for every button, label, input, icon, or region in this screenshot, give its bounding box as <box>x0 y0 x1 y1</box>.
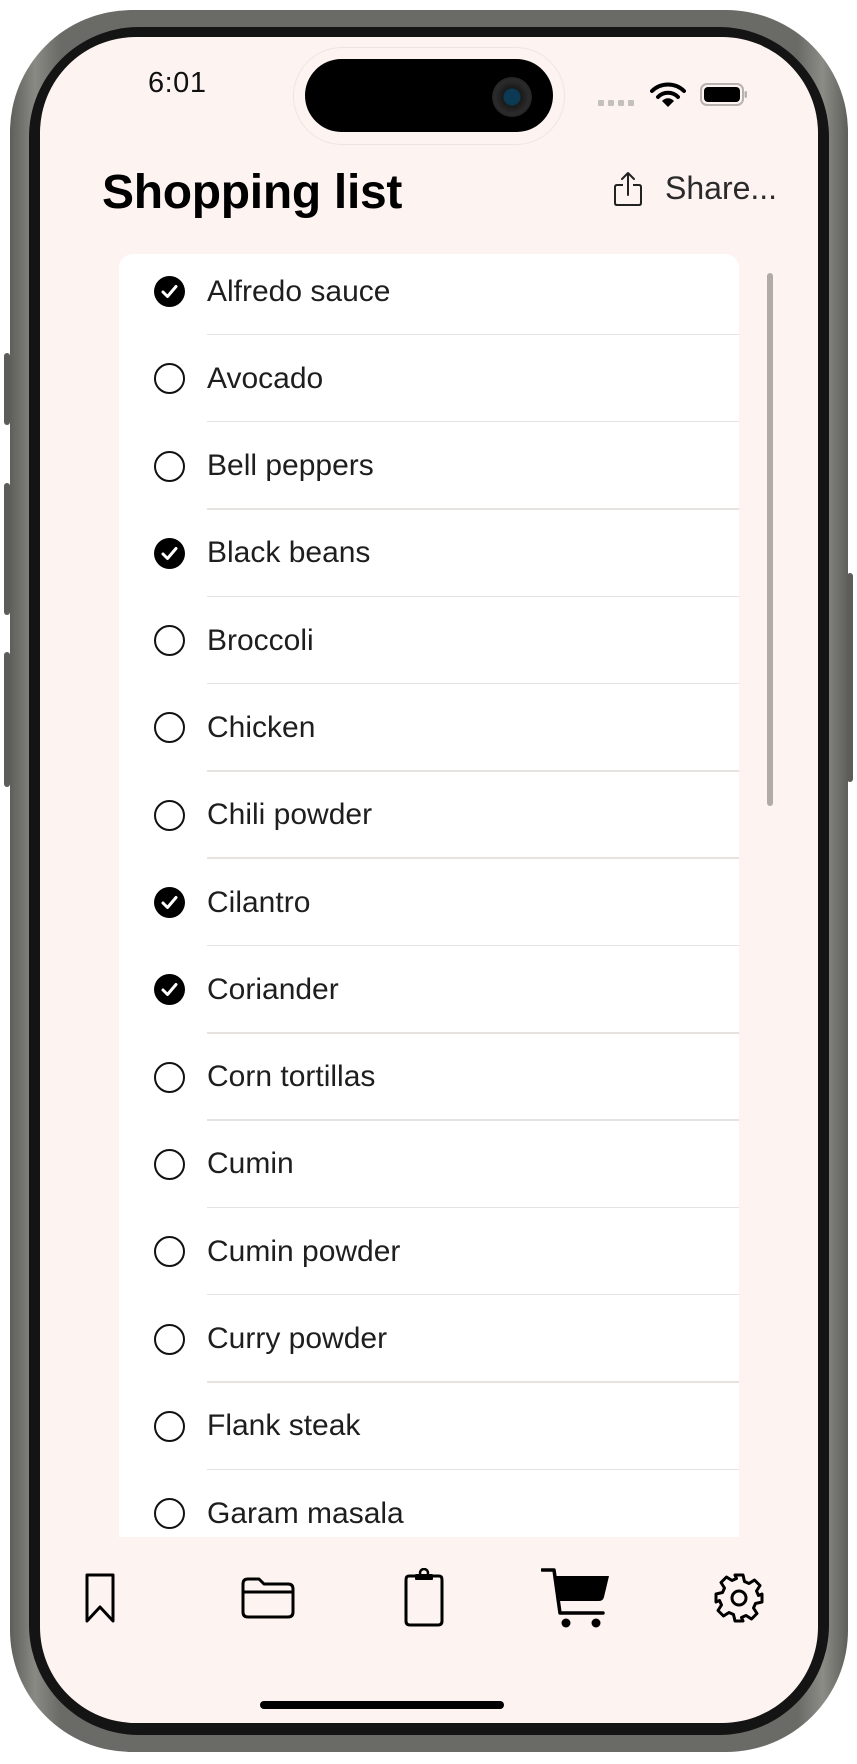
list-item[interactable]: Cumin <box>119 1121 739 1209</box>
shopping-list: Alfredo sauce Avocado Bell peppers Black be… <box>119 254 739 1537</box>
volume-down-button <box>4 652 10 787</box>
list-item[interactable]: Flank steak <box>119 1383 739 1471</box>
circle-empty-icon[interactable] <box>153 450 186 483</box>
scrollbar[interactable] <box>767 273 773 806</box>
circle-empty-icon[interactable] <box>153 1497 186 1530</box>
tab-folders[interactable] <box>238 1563 298 1633</box>
list-item[interactable]: Black beans <box>119 510 739 598</box>
circle-empty-icon[interactable] <box>153 1061 186 1094</box>
circle-empty-icon[interactable] <box>153 711 186 744</box>
list-item[interactable]: Cilantro <box>119 859 739 947</box>
list-item-label: Cilantro <box>207 885 311 919</box>
list-item-label: Garam masala <box>207 1496 404 1530</box>
list-item[interactable]: Coriander <box>119 946 739 1034</box>
list-item[interactable]: Avocado <box>119 335 739 423</box>
tab-settings[interactable] <box>712 1563 766 1633</box>
checkmark-circle-filled-icon[interactable] <box>153 886 186 919</box>
list-item-label: Chili powder <box>207 798 373 832</box>
list-item-label: Bell peppers <box>207 449 374 483</box>
list-item[interactable]: Corn tortillas <box>119 1034 739 1121</box>
list-item-label: Alfredo sauce <box>207 274 391 308</box>
checkmark-circle-filled-icon[interactable] <box>153 275 186 308</box>
battery-icon <box>700 83 747 106</box>
folder-icon <box>241 1577 295 1619</box>
page-title: Shopping list <box>102 166 403 219</box>
list-item[interactable]: Bell peppers <box>119 422 739 510</box>
list-item-label: Chicken <box>207 710 316 744</box>
gear-icon <box>714 1573 764 1623</box>
list-item[interactable]: Chicken <box>119 684 739 772</box>
share-icon <box>614 171 642 206</box>
list-item-label: Cumin <box>207 1147 294 1181</box>
circle-empty-icon[interactable] <box>153 1323 186 1356</box>
list-item[interactable]: Alfredo sauce <box>119 254 739 336</box>
status-time: 6:01 <box>148 67 207 99</box>
tab-bookmarks[interactable] <box>80 1563 120 1633</box>
list-item[interactable]: Curry powder <box>119 1295 739 1383</box>
wifi-icon <box>650 82 686 107</box>
checkmark-circle-filled-icon[interactable] <box>153 537 186 570</box>
list-item-label: Coriander <box>207 972 339 1006</box>
list-item[interactable]: Broccoli <box>119 597 739 685</box>
list-item-label: Avocado <box>207 361 324 395</box>
list-item[interactable]: Chili powder <box>119 772 739 859</box>
cart-icon <box>541 1568 609 1628</box>
list-item-label: Broccoli <box>207 623 314 657</box>
home-indicator[interactable] <box>260 1701 504 1709</box>
list-item-label: Curry powder <box>207 1322 388 1356</box>
list-item[interactable]: Cumin powder <box>119 1208 739 1296</box>
circle-empty-icon[interactable] <box>153 362 186 395</box>
list-item[interactable]: Garam masala <box>119 1470 739 1537</box>
circle-empty-icon[interactable] <box>153 1410 186 1443</box>
circle-empty-icon[interactable] <box>153 1235 186 1268</box>
share-label: Share... <box>665 170 778 206</box>
circle-empty-icon[interactable] <box>153 799 186 832</box>
list-item-label: Black beans <box>207 536 371 570</box>
action-button <box>4 353 10 425</box>
power-button <box>847 573 853 782</box>
camera-icon <box>492 77 532 117</box>
share-button[interactable]: Share... <box>613 170 777 207</box>
tab-clipboard[interactable] <box>402 1563 446 1633</box>
tab-shopping-cart[interactable] <box>540 1563 612 1633</box>
cellular-signal-icon <box>598 100 634 106</box>
clipboard-icon <box>404 1568 444 1627</box>
list-item-label: Corn tortillas <box>207 1060 376 1094</box>
list-item-label: Flank steak <box>207 1409 361 1443</box>
circle-empty-icon[interactable] <box>153 624 186 657</box>
bookmark-icon <box>85 1573 115 1623</box>
circle-empty-icon[interactable] <box>153 1148 186 1181</box>
volume-up-button <box>4 483 10 615</box>
list-card: Alfredo sauce Avocado Bell peppers Black be… <box>119 254 739 1537</box>
list-item-label: Cumin powder <box>207 1234 401 1268</box>
tab-bar <box>40 1563 818 1633</box>
screen: 6:01 Shopping list Share... Alfredo sauc… <box>40 37 818 1723</box>
checkmark-circle-filled-icon[interactable] <box>153 973 186 1006</box>
